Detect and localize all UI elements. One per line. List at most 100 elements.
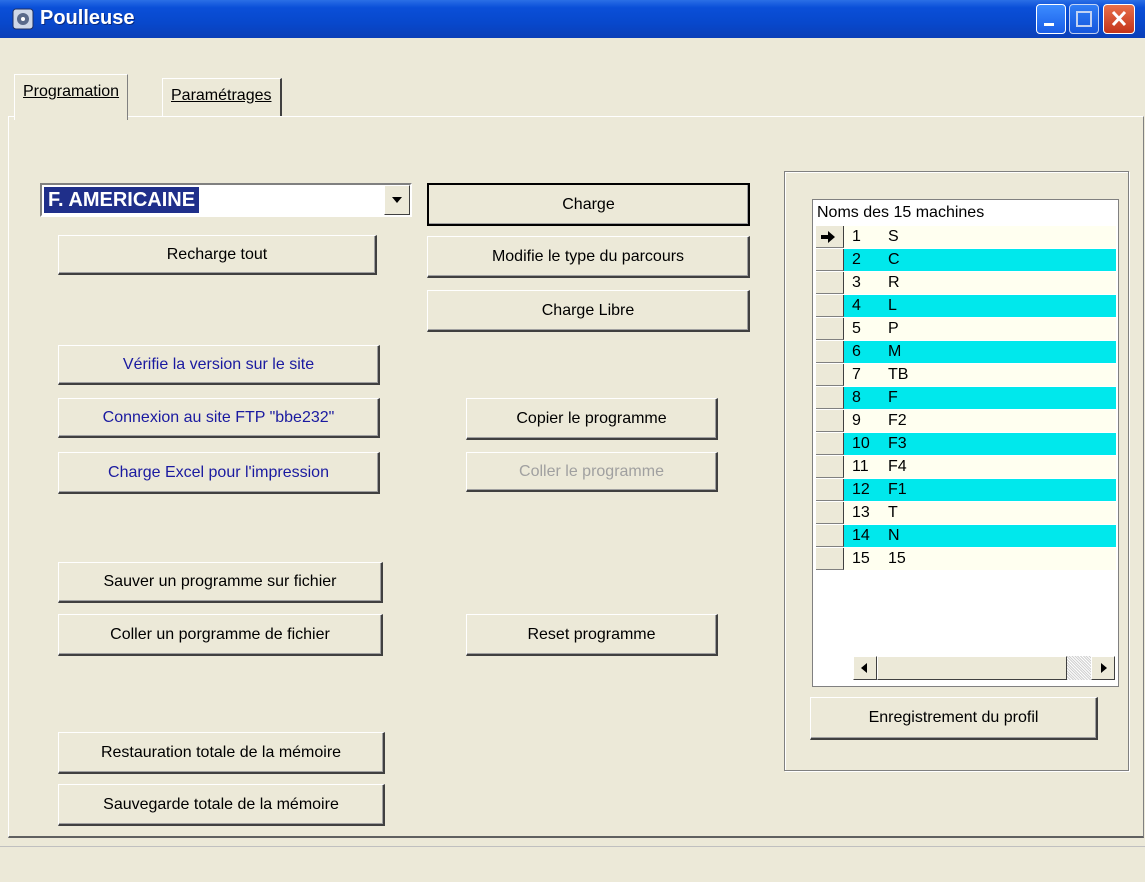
- machine-number: 5: [852, 320, 861, 337]
- grid-row[interactable]: 3R: [816, 272, 1116, 294]
- row-indicator[interactable]: [816, 433, 844, 455]
- grid-row[interactable]: 15 15: [816, 548, 1116, 570]
- close-icon: [1111, 10, 1127, 27]
- minimize-icon: [1044, 23, 1054, 26]
- coller-porgramme-fichier-button[interactable]: Coller un porgramme de fichier: [58, 614, 383, 656]
- enregistrement-profil-label: Enregistrement du profil: [868, 709, 1039, 726]
- machine-name: F2: [888, 412, 907, 429]
- row-indicator[interactable]: [816, 295, 844, 317]
- window-title: Poulleuse: [40, 7, 135, 29]
- grid-row[interactable]: 6M: [816, 341, 1116, 363]
- app-window: Poulleuse Programation Paramétrages F. A…: [0, 0, 1145, 882]
- maximize-button[interactable]: [1069, 4, 1099, 34]
- charge-libre-button[interactable]: Charge Libre: [427, 290, 750, 332]
- machine-name: F1: [888, 481, 907, 498]
- row-indicator[interactable]: [816, 410, 844, 432]
- chevron-down-icon: [392, 197, 402, 203]
- status-bar: [0, 846, 1145, 882]
- reset-programme-label: Reset programme: [527, 625, 656, 643]
- coller-programme-label: Coller le programme: [519, 462, 664, 480]
- row-indicator[interactable]: [816, 226, 844, 248]
- tab-parametrages[interactable]: Paramétrages: [162, 78, 282, 116]
- row-indicator[interactable]: [816, 387, 844, 409]
- grid-row[interactable]: 4L: [816, 295, 1116, 317]
- sauvegarde-memoire-label: Sauvegarde totale de la mémoire: [103, 795, 339, 813]
- scroll-right-button[interactable]: [1091, 656, 1115, 680]
- row-indicator[interactable]: [816, 502, 844, 524]
- machine-number: 14: [852, 527, 870, 544]
- machine-number: 1: [852, 228, 861, 245]
- dropdown-button[interactable]: [384, 185, 410, 215]
- machine-number: 2: [852, 251, 861, 268]
- verifie-version-label: Vérifie la version sur le site: [122, 355, 315, 373]
- arrow-right-icon: [1101, 663, 1107, 673]
- machines-grid[interactable]: Noms des 15 machines 1 S 2 C 3 R 4 L 5 P 6 M 7 TB 8 F 9 F…: [812, 199, 1119, 687]
- coller-programme-button[interactable]: Coller le programme: [466, 452, 718, 492]
- grid-row[interactable]: 14 N: [816, 525, 1116, 547]
- restauration-memoire-button[interactable]: Restauration totale de la mémoire: [58, 732, 385, 774]
- title-bar[interactable]: Poulleuse: [0, 0, 1145, 38]
- row-indicator[interactable]: [816, 341, 844, 363]
- connexion-ftp-label: Connexion au site FTP "bbe232": [102, 408, 335, 426]
- sauvegarde-memoire-button[interactable]: Sauvegarde totale de la mémoire: [58, 784, 385, 826]
- row-indicator[interactable]: [816, 525, 844, 547]
- machine-number: 6: [852, 343, 861, 360]
- enregistrement-profil-button[interactable]: Enregistrement du profil: [810, 697, 1098, 740]
- grid-row[interactable]: 9 F2: [816, 410, 1116, 432]
- horizontal-scrollbar[interactable]: [853, 656, 1115, 680]
- recharge-tout-label: Recharge tout: [166, 245, 268, 263]
- connexion-ftp-button[interactable]: Connexion au site FTP "bbe232": [58, 398, 380, 438]
- row-indicator[interactable]: [816, 548, 844, 570]
- row-indicator[interactable]: [816, 249, 844, 271]
- machine-name: C: [888, 251, 900, 268]
- charge-button[interactable]: Charge: [427, 183, 750, 226]
- machine-number: 10: [852, 435, 870, 452]
- grid-row[interactable]: 5P: [816, 318, 1116, 340]
- machine-name: M: [888, 343, 902, 360]
- row-indicator[interactable]: [816, 318, 844, 340]
- close-button[interactable]: [1103, 4, 1135, 34]
- program-select[interactable]: F. AMERICAINE: [40, 183, 412, 217]
- minimize-button[interactable]: [1036, 4, 1066, 34]
- scroll-left-button[interactable]: [853, 656, 877, 680]
- machine-name: F: [888, 389, 898, 406]
- grid-row[interactable]: 7 TB: [816, 364, 1116, 386]
- machine-name: L: [888, 297, 897, 314]
- machine-number: 13: [852, 504, 870, 521]
- machine-name: R: [888, 274, 900, 291]
- copier-programme-button[interactable]: Copier le programme: [466, 398, 718, 440]
- tab-programation[interactable]: Programation: [14, 74, 129, 120]
- charge-excel-button[interactable]: Charge Excel pour l'impression: [58, 452, 380, 494]
- machine-name: 15: [888, 550, 906, 567]
- current-row-arrow-icon: [821, 231, 835, 243]
- program-select-value: F. AMERICAINE: [44, 187, 200, 213]
- scroll-track[interactable]: [1067, 656, 1091, 680]
- coller-porgramme-fichier-label: Coller un porgramme de fichier: [110, 625, 330, 643]
- row-indicator[interactable]: [816, 272, 844, 294]
- grid-row[interactable]: 12 F1: [816, 479, 1116, 501]
- machine-number: 9: [852, 412, 861, 429]
- reset-programme-button[interactable]: Reset programme: [466, 614, 718, 656]
- scroll-thumb[interactable]: [877, 656, 1067, 680]
- verifie-version-button[interactable]: Vérifie la version sur le site: [58, 345, 380, 385]
- grid-row[interactable]: 2C: [816, 249, 1116, 271]
- grid-row[interactable]: 11 F4: [816, 456, 1116, 478]
- grid-row[interactable]: 10 F3: [816, 433, 1116, 455]
- machine-name: F4: [888, 458, 907, 475]
- machine-name: N: [888, 527, 900, 544]
- grid-row[interactable]: 8F: [816, 387, 1116, 409]
- machine-number: 8: [852, 389, 861, 406]
- row-indicator[interactable]: [816, 456, 844, 478]
- row-indicator[interactable]: [816, 479, 844, 501]
- recharge-tout-button[interactable]: Recharge tout: [58, 235, 377, 275]
- grid-row[interactable]: 1S: [816, 226, 1116, 248]
- machine-name: F3: [888, 435, 907, 452]
- machine-number: 15: [852, 550, 870, 567]
- machine-name: TB: [888, 366, 909, 383]
- modifie-type-parcours-button[interactable]: Modifie le type du parcours: [427, 236, 750, 278]
- row-indicator[interactable]: [816, 364, 844, 386]
- grid-row[interactable]: 13 T: [816, 502, 1116, 524]
- charge-label: Charge: [562, 195, 615, 213]
- arrow-left-icon: [861, 663, 867, 673]
- sauver-programme-button[interactable]: Sauver un programme sur fichier: [58, 562, 383, 603]
